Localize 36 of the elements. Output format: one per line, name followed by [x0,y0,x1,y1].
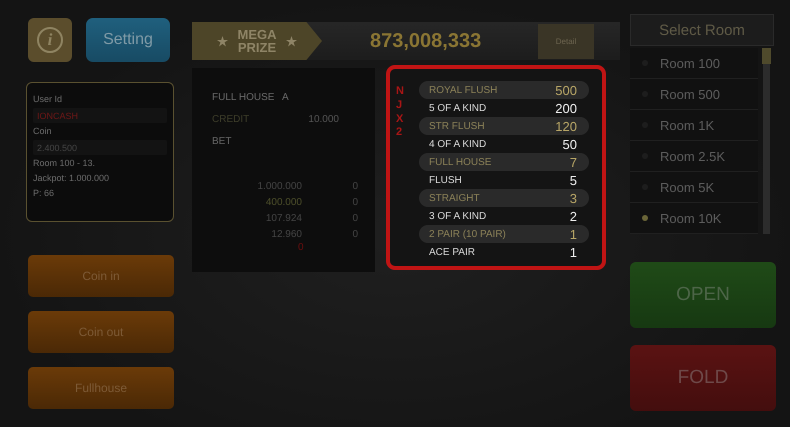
user-id-label: User Id [33,93,64,106]
paytable-row: FULL HOUSE 7 [419,153,589,171]
credit-value: 10.000 [307,114,339,124]
room-item[interactable]: Room 1K [630,110,758,141]
fold-button[interactable]: FOLD [630,345,776,411]
amount-text: 400.000 [264,196,302,208]
hand-text: FULL HOUSE [212,92,276,102]
paytable-row-text: 4 OF A KIND 50 [428,136,578,153]
room-header: Select Room [630,14,774,46]
paytable-row: STRAIGHT 3 [419,189,589,207]
bet-label: BET [212,136,232,146]
side-letters: NJX2 [396,85,405,140]
scrollbar[interactable] [763,48,770,234]
paytable-row: STR FLUSH 120 [419,117,589,135]
room-item[interactable]: Room 5K [630,172,758,203]
star-icon [286,36,297,46]
user-id-field: IONCASH [33,108,167,123]
jackpot-text: Jackpot: 1.000.000 [33,172,110,185]
prize-amount: 873,008,333 [370,30,482,52]
room-item[interactable]: Room 10K [630,203,758,234]
coin-label: Coin [33,125,53,138]
paytable-row-text: 5 OF A KIND 200 [428,100,578,117]
mega-prize-label: MEGA PRIZE [192,22,322,60]
setting-button[interactable]: Setting [86,18,170,62]
room-text: Room 100 - 13. [33,157,96,170]
room-item[interactable]: Room 500 [630,79,758,110]
paytable-row: 2 PAIR (10 PAIR) 1 [419,225,589,243]
hand-rank: A [282,92,290,102]
paytable-row-text: FLUSH 5 [428,172,578,189]
paytable-row-text: ACE PAIR 1 [428,244,578,261]
room-item[interactable]: Room 2.5K [630,141,758,172]
paytable-row: ROYAL FLUSH 500 [419,81,589,99]
star-icon [217,36,228,46]
points-text: P: 66 [33,187,56,200]
marker-text: 0 [298,242,305,253]
paytable-row-text: 3 OF A KIND 2 [428,208,578,225]
